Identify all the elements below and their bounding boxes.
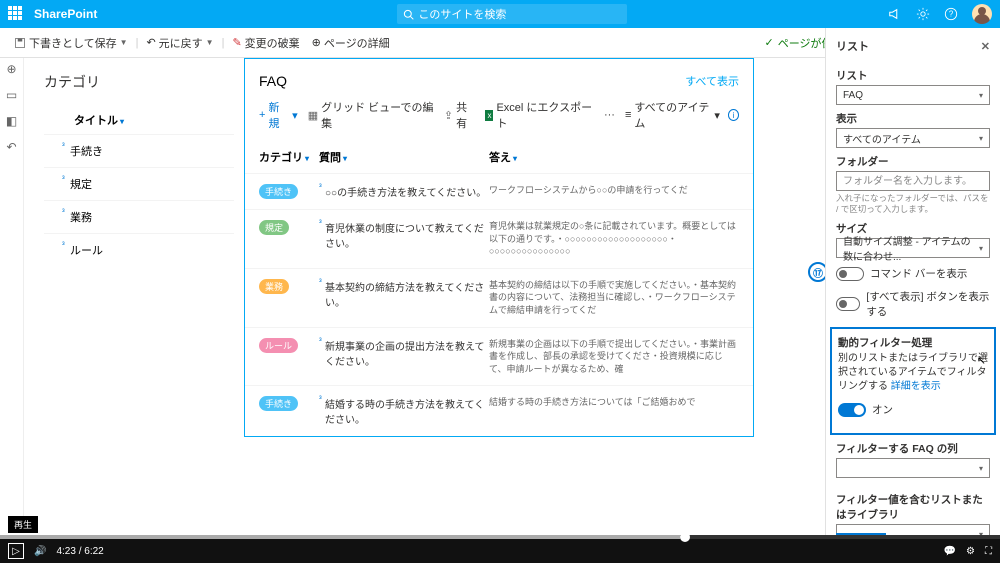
faq-row[interactable]: 業務 基本契約の締結方法を教えてください。基本契約の締結は以下の手順で実施してくだ…: [245, 268, 753, 327]
search-placeholder: このサイトを検索: [418, 6, 506, 22]
new-button[interactable]: + 新規▾: [259, 99, 298, 131]
learn-more-link[interactable]: 詳細を表示: [891, 381, 941, 392]
pane-title: リスト: [836, 38, 869, 54]
answer-cell: 新規事業の企画は以下の手順で提出してください。・事業計画書を作成し、部長の承認を…: [489, 338, 739, 376]
faq-webpart[interactable]: ✥ ✎ ❐ 🗑 FAQ すべて表示 + 新規▾ ▦グリッド ビューでの編集 ⇪共…: [244, 58, 754, 437]
question-cell: 基本契約の締結方法を教えてください。: [319, 279, 489, 317]
view-selector[interactable]: ≡ すべてのアイテム ▾: [625, 99, 720, 131]
label-list: リスト: [836, 68, 990, 83]
label-view: 表示: [836, 111, 990, 126]
page-details-button[interactable]: ⊕ページの詳細: [308, 35, 394, 51]
more-button[interactable]: ···: [604, 109, 615, 121]
info-icon[interactable]: i: [728, 109, 739, 121]
label-folder: フォルダー: [836, 154, 990, 169]
video-progress[interactable]: [0, 535, 1000, 539]
answer-cell: 基本契約の締結は以下の手順で実施してください。・基本契約書の内容について、法務担…: [489, 279, 739, 317]
volume-icon[interactable]: 🔊: [34, 546, 46, 557]
settings-icon[interactable]: [916, 7, 930, 21]
filter-col-select[interactable]: ▾: [836, 458, 990, 478]
rail-undo-icon[interactable]: ↶: [6, 140, 16, 154]
grid-edit-button[interactable]: ▦グリッド ビューでの編集: [308, 99, 434, 131]
faq-row[interactable]: ルール 新規事業の企画の提出方法を教えてください。新規事業の企画は以下の手順で提出…: [245, 327, 753, 386]
category-pill: 規定: [259, 220, 289, 235]
mouse-cursor: ↖: [977, 354, 986, 367]
col-category[interactable]: カテゴリ▾: [259, 149, 319, 165]
search-box[interactable]: このサイトを検索: [397, 4, 627, 24]
answer-cell: 結婚する時の手続き方法については「ご結婚おめで: [489, 396, 739, 426]
close-icon[interactable]: ✕: [981, 40, 990, 53]
answer-cell: ワークフローシステムから○○の申請を行ってくだ: [489, 184, 739, 199]
category-row[interactable]: 業務: [44, 200, 234, 233]
category-title: カテゴリ: [44, 68, 234, 106]
dyn-title: 動的フィルター処理: [838, 335, 988, 350]
megaphone-icon[interactable]: [888, 7, 902, 21]
save-icon: [14, 37, 26, 49]
property-pane: リスト ✕ リスト FAQ▾ 表示 すべてのアイテム▾ フォルダー フォルダー名を…: [825, 28, 1000, 563]
rail-section-icon[interactable]: ▭: [6, 88, 17, 102]
list-select[interactable]: FAQ▾: [836, 85, 990, 105]
save-draft-button[interactable]: 下書きとして保存▼: [10, 35, 132, 51]
question-cell: 結婚する時の手続き方法を教えてください。: [319, 396, 489, 426]
dynamic-filter-section: 動的フィルター処理 別のリストまたはライブラリで選択されているアイテムでフィルタ…: [830, 327, 996, 435]
category-pill: 手続き: [259, 396, 298, 411]
category-row[interactable]: 規定: [44, 167, 234, 200]
folder-input[interactable]: フォルダー名を入力します。: [836, 171, 990, 191]
answer-cell: 育児休業は就業規定の○条に記載されています。概要としては以下の通りです。・○○○…: [489, 220, 739, 258]
user-avatar[interactable]: [972, 4, 992, 24]
faq-row[interactable]: 規定 育児休業の制度について教えてください。育児休業は就業規定の○条に記載されてい…: [245, 209, 753, 268]
undo-button[interactable]: ↶元に戻す▼: [142, 35, 217, 51]
toggle-commandbar[interactable]: [836, 267, 864, 281]
svg-text:?: ?: [949, 10, 954, 19]
faq-column-headers: カテゴリ▾ 質問▾ 答え▾: [245, 141, 753, 173]
see-all-link[interactable]: すべて表示: [685, 73, 739, 89]
help-icon[interactable]: ?: [944, 7, 958, 21]
category-pill: ルール: [259, 338, 298, 353]
category-pill: 業務: [259, 279, 289, 294]
video-controls: ▷ 🔊 4:23 / 6:22 💬 ⚙ ⛶: [0, 535, 1000, 563]
app-title: SharePoint: [34, 7, 97, 21]
toggle-seeall[interactable]: [836, 297, 860, 311]
cc-icon[interactable]: 💬: [944, 546, 956, 557]
fullscreen-icon[interactable]: ⛶: [985, 546, 992, 557]
view-select[interactable]: すべてのアイテム▾: [836, 128, 990, 148]
col-question[interactable]: 質問▾: [319, 149, 489, 165]
replay-label: 再生: [8, 516, 38, 533]
excel-export-button[interactable]: xExcel にエクスポート: [485, 99, 593, 131]
toggle-dynamic-filter[interactable]: [838, 403, 866, 417]
video-time: 4:23 / 6:22: [56, 546, 103, 557]
suite-bar: SharePoint このサイトを検索 ?: [0, 0, 1000, 28]
left-toolbox-rail: ⊕ ▭ ◧ ↶: [0, 58, 24, 518]
category-col-header[interactable]: タイトル▾: [44, 106, 234, 134]
discard-button[interactable]: ✎変更の破棄: [228, 35, 303, 51]
question-cell: 新規事業の企画の提出方法を教えてください。: [319, 338, 489, 376]
label-filter-src: フィルター値を含むリストまたはライブラリ: [836, 492, 990, 522]
question-cell: ○○の手続き方法を教えてください。: [319, 184, 489, 199]
faq-title: FAQ: [259, 73, 287, 89]
size-select[interactable]: 自動サイズ調整 - アイテムの数に合わせ...▾: [836, 238, 990, 258]
category-row[interactable]: ルール: [44, 233, 234, 266]
faq-command-bar: + 新規▾ ▦グリッド ビューでの編集 ⇪共有 xExcel にエクスポート ·…: [245, 95, 753, 141]
col-answer[interactable]: 答え▾: [489, 149, 739, 165]
label-filter-col: フィルターする FAQ の列: [836, 441, 990, 456]
page-canvas: + カテゴリ タイトル▾ 手続き 規定 業務 ルール ✥ ✎ ❐ 🗑 FAQ す…: [24, 58, 825, 535]
question-cell: 育児休業の制度について教えてください。: [319, 220, 489, 258]
faq-row[interactable]: 手続き ○○の手続き方法を教えてください。ワークフローシステムから○○の申請を行っ…: [245, 173, 753, 209]
app-launcher-icon[interactable]: [8, 6, 24, 22]
share-button[interactable]: ⇪共有: [444, 99, 476, 131]
play-button[interactable]: ▷: [8, 543, 24, 559]
rail-add-icon[interactable]: ⊕: [6, 62, 16, 76]
video-settings-icon[interactable]: ⚙: [966, 546, 975, 557]
folder-hint: 入れ子になったフォルダーでは、パスを / で区切って入力します。: [836, 193, 990, 215]
category-pill: 手続き: [259, 184, 298, 199]
search-icon: [403, 9, 414, 20]
category-webpart: カテゴリ タイトル▾ 手続き 規定 業務 ルール: [44, 68, 234, 266]
faq-row[interactable]: 手続き 結婚する時の手続き方法を教えてください。結婚する時の手続き方法については「…: [245, 385, 753, 436]
category-row[interactable]: 手続き: [44, 134, 234, 167]
rail-layout-icon[interactable]: ◧: [6, 114, 17, 128]
